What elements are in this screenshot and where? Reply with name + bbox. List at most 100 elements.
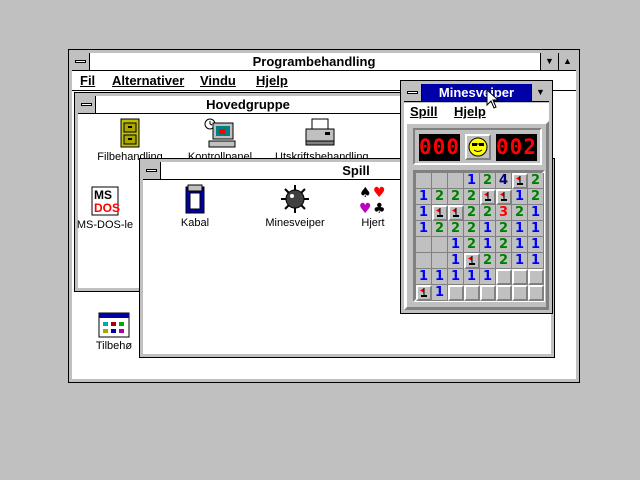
mine-cell-flagged[interactable] <box>480 189 496 205</box>
hovedgruppe-titlebar[interactable]: Hovedgruppe <box>78 96 400 114</box>
kabal-icon[interactable]: Kabal <box>150 183 240 229</box>
mine-cell-covered[interactable] <box>480 285 496 301</box>
system-menu-button[interactable] <box>72 53 90 70</box>
card-suits-icon: ♠ ♥ ♥ ♣ <box>359 185 386 215</box>
utskriftsbehandling-icon[interactable]: Utskriftsbehandling <box>275 117 369 163</box>
mine-cell[interactable]: 2 <box>432 221 448 237</box>
mine-cell[interactable]: 1 <box>528 237 544 253</box>
mine-cell-flagged[interactable] <box>416 285 432 301</box>
minesveiper-icon[interactable]: Minesveiper <box>250 183 340 229</box>
mine-cell[interactable] <box>432 237 448 253</box>
mine-cell[interactable]: 2 <box>432 189 448 205</box>
mine-cell-covered[interactable] <box>464 285 480 301</box>
mine-cell[interactable]: 1 <box>528 205 544 221</box>
minesweeper-system-menu[interactable] <box>404 84 422 101</box>
mine-cell[interactable]: 1 <box>480 269 496 285</box>
minesweeper-body: 000 002 12421222121223211222121112121112… <box>404 121 549 310</box>
menu-spill[interactable]: Spill <box>410 103 437 121</box>
mine-cell-covered[interactable] <box>496 285 512 301</box>
mine-cell[interactable]: 1 <box>480 237 496 253</box>
mine-cell[interactable]: 2 <box>448 189 464 205</box>
mine-cell[interactable]: 1 <box>464 173 480 189</box>
mine-cell[interactable]: 4 <box>496 173 512 189</box>
mine-cell[interactable]: 1 <box>432 269 448 285</box>
mine-cell[interactable]: 1 <box>528 253 544 269</box>
mine-cell[interactable]: 2 <box>464 205 480 221</box>
mine-cell[interactable] <box>416 253 432 269</box>
mine-cell[interactable] <box>416 237 432 253</box>
mine-cell[interactable]: 1 <box>464 269 480 285</box>
hjerter-icon[interactable]: ♠ ♥ ♥ ♣ Hjert <box>348 183 398 229</box>
filbehandling-icon[interactable]: Filbehandling <box>85 117 175 163</box>
mine-cell[interactable]: 1 <box>528 221 544 237</box>
flag-icon <box>516 176 523 185</box>
mine-cell[interactable]: 2 <box>464 189 480 205</box>
mine-cell-covered[interactable] <box>496 269 512 285</box>
minesweeper-minimize-button[interactable]: ▼ <box>531 84 549 101</box>
mine-cell[interactable]: 2 <box>480 253 496 269</box>
kontrollpanel-icon[interactable]: Kontrollpanel <box>175 117 265 163</box>
mine-cell[interactable]: 2 <box>480 205 496 221</box>
mine-cell[interactable]: 1 <box>448 269 464 285</box>
minefield-grid[interactable]: 1242122212122321122212111212111221111111… <box>416 173 544 301</box>
menu-hjelp-ms[interactable]: Hjelp <box>454 103 486 121</box>
mine-cell[interactable]: 2 <box>464 221 480 237</box>
mine-cell-covered[interactable] <box>512 269 528 285</box>
mine-cell[interactable]: 1 <box>512 253 528 269</box>
minesveiper-label: Minesveiper <box>265 217 325 229</box>
mine-cell[interactable] <box>432 253 448 269</box>
mine-cell-covered[interactable] <box>528 285 544 301</box>
hjerter-label: Hjert <box>361 217 385 229</box>
mine-cell[interactable]: 1 <box>416 221 432 237</box>
mine-cell[interactable]: 1 <box>512 221 528 237</box>
menu-alternativer[interactable]: Alternativer <box>112 72 184 90</box>
mine-cell[interactable] <box>448 173 464 189</box>
hovedgruppe-system-menu[interactable] <box>78 96 96 113</box>
mine-cell[interactable] <box>416 173 432 189</box>
menu-vindu[interactable]: Vindu <box>200 72 236 90</box>
flag-icon <box>452 208 459 217</box>
mine-cell[interactable]: 1 <box>432 285 448 301</box>
maximize-button[interactable]: ▲ <box>558 53 576 70</box>
mine-cell-covered[interactable] <box>448 285 464 301</box>
mine-cell-covered[interactable] <box>528 269 544 285</box>
mine-cell[interactable]: 2 <box>528 189 544 205</box>
mine-cell[interactable]: 2 <box>496 253 512 269</box>
mine-cell[interactable]: 2 <box>464 237 480 253</box>
mine-cell-flagged[interactable] <box>464 253 480 269</box>
minesweeper-titlebar[interactable]: Minesveiper ▼ <box>404 84 549 102</box>
svg-text:♠: ♠ <box>359 185 372 201</box>
mine-cell[interactable]: 1 <box>416 205 432 221</box>
minesweeper-menubar: Spill Hjelp <box>404 103 549 122</box>
mine-cell-covered[interactable] <box>512 285 528 301</box>
mine-icon <box>281 185 309 213</box>
mine-cell[interactable]: 2 <box>448 221 464 237</box>
mine-cell[interactable] <box>432 173 448 189</box>
mine-cell[interactable]: 2 <box>512 205 528 221</box>
mine-cell[interactable]: 1 <box>480 221 496 237</box>
mine-cell[interactable]: 1 <box>416 189 432 205</box>
mine-cell[interactable]: 1 <box>448 253 464 269</box>
mine-cell-flagged[interactable] <box>512 173 528 189</box>
spill-system-menu[interactable] <box>143 162 161 179</box>
mine-cell[interactable]: 1 <box>512 189 528 205</box>
program-manager-titlebar[interactable]: Programbehandling ▼ ▲ <box>72 53 576 71</box>
menu-fil[interactable]: Fil <box>80 72 95 90</box>
mine-cell[interactable]: 3 <box>496 205 512 221</box>
mine-cell[interactable]: 2 <box>528 173 544 189</box>
mine-cell[interactable]: 1 <box>416 269 432 285</box>
mine-cell[interactable]: 2 <box>496 221 512 237</box>
menu-hjelp[interactable]: Hjelp <box>256 72 288 90</box>
mine-cell[interactable]: 1 <box>512 237 528 253</box>
minesweeper-window: Minesveiper ▼ Spill Hjelp 000 002 124212… <box>400 80 553 314</box>
mine-cell[interactable]: 1 <box>448 237 464 253</box>
mine-cell[interactable]: 2 <box>480 173 496 189</box>
ms-dos-icon[interactable]: MS DOS MS-DOS-le <box>60 185 150 231</box>
mine-cell-flagged[interactable] <box>496 189 512 205</box>
mine-cell-flagged[interactable] <box>432 205 448 221</box>
mine-cell[interactable]: 2 <box>496 237 512 253</box>
minimize-button[interactable]: ▼ <box>540 53 558 70</box>
smiley-button[interactable] <box>465 134 491 160</box>
mine-cell-flagged[interactable] <box>448 205 464 221</box>
flag-icon <box>420 288 427 297</box>
